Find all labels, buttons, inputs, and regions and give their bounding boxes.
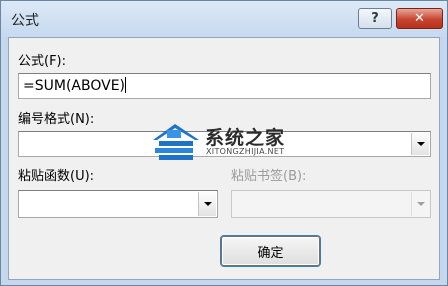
number-format-label: 编号格式(N): — [18, 112, 95, 127]
number-format-dropdown-button[interactable] — [411, 133, 429, 155]
paste-function-select[interactable] — [18, 190, 218, 218]
ok-button-label: 确定 — [257, 245, 284, 261]
text-caret — [125, 77, 126, 93]
help-icon: ? — [371, 11, 379, 26]
paste-bookmark-label: 粘贴书签(B): — [231, 169, 307, 184]
dialog-body: 公式(F): =SUM(ABOVE) 编号格式(N): 粘贴函数(U): 粘贴书… — [8, 37, 440, 280]
house-logo-icon — [153, 124, 199, 160]
paste-bookmark-select — [231, 190, 431, 218]
watermark-url: XITONGZHIJIA.NET — [206, 147, 285, 156]
close-icon: ✕ — [414, 11, 425, 26]
close-button[interactable]: ✕ — [396, 8, 443, 29]
formula-dialog: 公式 ? ✕ 公式(F): =SUM(ABOVE) 编号格式(N): 粘贴函数(… — [0, 0, 448, 286]
paste-function-label: 粘贴函数(U): — [18, 169, 95, 184]
chevron-down-icon — [416, 142, 425, 146]
formula-value: =SUM(ABOVE) — [23, 78, 125, 94]
title-bar[interactable]: 公式 ? ✕ — [1, 1, 447, 37]
chevron-down-icon — [203, 202, 212, 206]
formula-input[interactable]: =SUM(ABOVE) — [18, 73, 431, 99]
watermark-name: 系统之家 — [205, 127, 286, 149]
ok-button[interactable]: 确定 — [221, 236, 320, 266]
watermark-logo: 系统之家 XITONGZHIJIA.NET — [149, 120, 319, 164]
chevron-down-icon — [416, 202, 425, 206]
dialog-title: 公式 — [11, 13, 39, 29]
formula-label: 公式(F): — [18, 54, 67, 69]
paste-function-dropdown-button[interactable] — [198, 192, 216, 216]
paste-bookmark-dropdown-button — [411, 192, 429, 216]
help-button[interactable]: ? — [358, 8, 392, 29]
